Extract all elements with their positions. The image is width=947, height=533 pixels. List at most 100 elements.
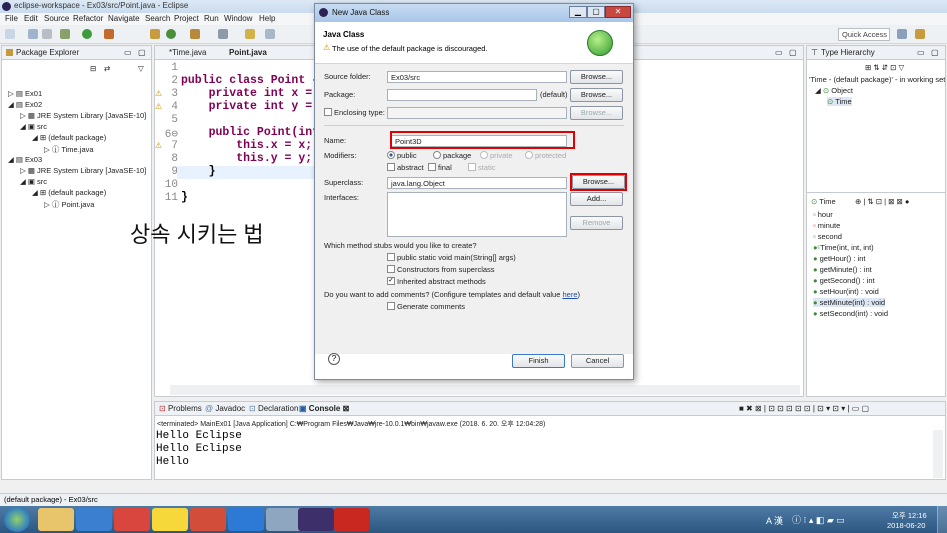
tree-item-ex02[interactable]: ◢ ▤ Ex02 (8, 100, 42, 109)
new-class-icon[interactable] (166, 29, 176, 39)
tree-item-time[interactable]: ⊙ Time (827, 97, 852, 106)
app-taskbar-icon[interactable] (190, 508, 226, 531)
tab-declaration[interactable]: ⊡ Declaration (249, 404, 298, 413)
tree-item-src-ex02[interactable]: ◢ ▣ src (20, 122, 47, 131)
menu-window[interactable]: Window (224, 14, 252, 23)
comments-link[interactable]: here (562, 290, 577, 299)
tab-console[interactable]: ▣ Console ⊠ (299, 404, 349, 413)
package-browse-button[interactable]: Browse... (570, 88, 623, 102)
editor-maximize-icon[interactable]: ▢ (789, 48, 797, 57)
dialog-close-button[interactable]: ✕ (605, 6, 631, 18)
menu-file[interactable]: File (5, 14, 18, 23)
eclipse-taskbar-icon[interactable] (298, 508, 334, 531)
view-menu-icon[interactable]: ▽ (138, 64, 144, 73)
tree-item-time-java[interactable]: ▷ ⓙ Time.java (44, 144, 94, 155)
perspective-icon[interactable] (897, 29, 907, 39)
menu-run[interactable]: Run (204, 14, 219, 23)
chrome-taskbar-icon[interactable] (114, 508, 150, 531)
java-perspective-icon[interactable] (915, 29, 925, 39)
explorer-taskbar-icon[interactable] (38, 508, 74, 531)
member-sethour[interactable]: ● setHour(int) : void (813, 287, 879, 296)
th-maximize-icon[interactable]: ▢ (931, 48, 939, 57)
menu-refactor[interactable]: Refactor (73, 14, 103, 23)
member-minute[interactable]: ▫ minute (813, 221, 840, 230)
superclass-field[interactable]: java.lang.Object (387, 177, 567, 189)
member-constructor[interactable]: ●ᶜTime(int, int, int) (813, 243, 874, 252)
source-folder-field[interactable]: Ex03/src (387, 71, 567, 83)
tree-item-object[interactable]: ◢ ⊙ Object (815, 86, 853, 95)
maximize-icon[interactable]: ▢ (138, 48, 146, 57)
start-button[interactable] (4, 507, 30, 532)
tab-javadoc[interactable]: @ Javadoc (205, 404, 245, 413)
console-toolbar-icon[interactable]: ■ ✖ ⊠ | ⊡ ⊡ ⊡ ⊡ ⊡ | ⊡ ▾ ⊡ ▾ | ▭ ▢ (739, 404, 869, 413)
tree-item-ex03[interactable]: ◢ ▤ Ex03 (8, 155, 42, 164)
main-stub-checkbox[interactable] (387, 253, 395, 261)
print-icon[interactable] (42, 29, 52, 39)
editor-scrollbar-h[interactable] (170, 385, 800, 395)
th-minimize-icon[interactable]: ▭ (917, 48, 925, 57)
member-getsecond[interactable]: ● getSecond() : int (813, 276, 875, 285)
add-interface-button[interactable]: Add... (570, 192, 623, 206)
new-icon[interactable] (5, 29, 15, 39)
debug-icon[interactable] (60, 29, 70, 39)
package-field[interactable] (387, 89, 537, 101)
ime-indicator[interactable]: A 漢 (766, 514, 783, 527)
finish-button[interactable]: Finish (512, 354, 565, 368)
abstract-checkbox[interactable] (387, 163, 395, 171)
tab-point-java[interactable]: Point.java (229, 48, 267, 57)
acrobat-taskbar-icon[interactable] (334, 508, 370, 531)
ie-taskbar-icon[interactable] (76, 508, 112, 531)
enclosing-type-checkbox[interactable] (324, 108, 332, 116)
tree-item-ex01[interactable]: ▷ ▤ Ex01 (8, 89, 42, 98)
menu-help[interactable]: Help (259, 14, 275, 23)
type-hierarchy-tab[interactable]: ⊤ Type Hierarchy ▭ ▢ (807, 46, 945, 60)
tree-item-src-ex03[interactable]: ◢ ▣ src (20, 177, 47, 186)
minimize-icon[interactable]: ▭ (124, 48, 132, 57)
console-scrollbar-v[interactable] (933, 430, 943, 478)
menu-edit[interactable]: Edit (24, 14, 38, 23)
new-java-project-icon[interactable] (150, 29, 160, 39)
tree-item-default-pkg-ex02[interactable]: ◢ ⊞ (default package) (32, 133, 106, 142)
tree-item-default-pkg-ex03[interactable]: ◢ ⊞ (default package) (32, 188, 106, 197)
member-setminute[interactable]: ● setMinute(int) : void (813, 298, 886, 307)
members-toolbar-icon[interactable]: ⊕ | ⇅ ⊡ | ⊠ ⊠ ● (855, 197, 909, 206)
tree-item-point-java[interactable]: ▷ ⓙ Point.java (44, 199, 94, 210)
member-hour[interactable]: ▫ hour (813, 210, 833, 219)
editor-minimize-icon[interactable]: ▭ (775, 48, 783, 57)
member-second[interactable]: ▫ second (813, 232, 842, 241)
menu-navigate[interactable]: Navigate (108, 14, 140, 23)
quick-access-field[interactable]: Quick Access (838, 28, 890, 41)
tool-taskbar-icon[interactable] (266, 508, 302, 531)
modifier-package-radio[interactable] (433, 151, 441, 159)
hierarchy-mode-icon[interactable]: ⊞ ⇅ ⇵ ⊡ ▽ (865, 63, 904, 72)
external-tools-icon[interactable] (104, 29, 114, 39)
constructors-checkbox[interactable] (387, 265, 395, 273)
cancel-button[interactable]: Cancel (571, 354, 624, 368)
member-gethour[interactable]: ● getHour() : int (813, 254, 866, 263)
link-editor-icon[interactable]: ⇄ (104, 64, 110, 73)
tree-item-jre-ex03[interactable]: ▷ ▦ JRE System Library [JavaSE-10] (20, 166, 146, 175)
clock-time[interactable]: 오후 12:16 (892, 510, 927, 521)
member-setsecond[interactable]: ● setSecond(int) : void (813, 309, 888, 318)
collapse-all-icon[interactable]: ⊟ (90, 64, 96, 73)
run-icon[interactable] (82, 29, 92, 39)
kakaotalk-taskbar-icon[interactable] (152, 508, 188, 531)
tree-item-jre-ex02[interactable]: ▷ ▦ JRE System Library [JavaSE-10] (20, 111, 146, 120)
interfaces-list[interactable] (387, 192, 567, 237)
final-checkbox[interactable] (428, 163, 436, 171)
menu-search[interactable]: Search (145, 14, 170, 23)
save-icon[interactable] (28, 29, 38, 39)
search-icon[interactable] (218, 29, 228, 39)
show-desktop-button[interactable] (937, 506, 947, 533)
back-icon[interactable] (265, 29, 275, 39)
source-folder-browse-button[interactable]: Browse... (570, 70, 623, 84)
member-getminute[interactable]: ● getMinute() : int (813, 265, 872, 274)
vscode-taskbar-icon[interactable] (228, 508, 264, 531)
help-icon[interactable]: ? (328, 353, 340, 365)
tray-icons[interactable]: ⓘ ⁝ ▴ ◧ ▰ ▭ (792, 513, 845, 526)
dialog-maximize-button[interactable]: ▢ (587, 6, 605, 18)
annotation-icon[interactable] (245, 29, 255, 39)
inherited-methods-checkbox[interactable]: ✓ (387, 277, 395, 285)
open-type-icon[interactable] (190, 29, 200, 39)
tab-problems[interactable]: ⊡ Problems (159, 404, 202, 413)
